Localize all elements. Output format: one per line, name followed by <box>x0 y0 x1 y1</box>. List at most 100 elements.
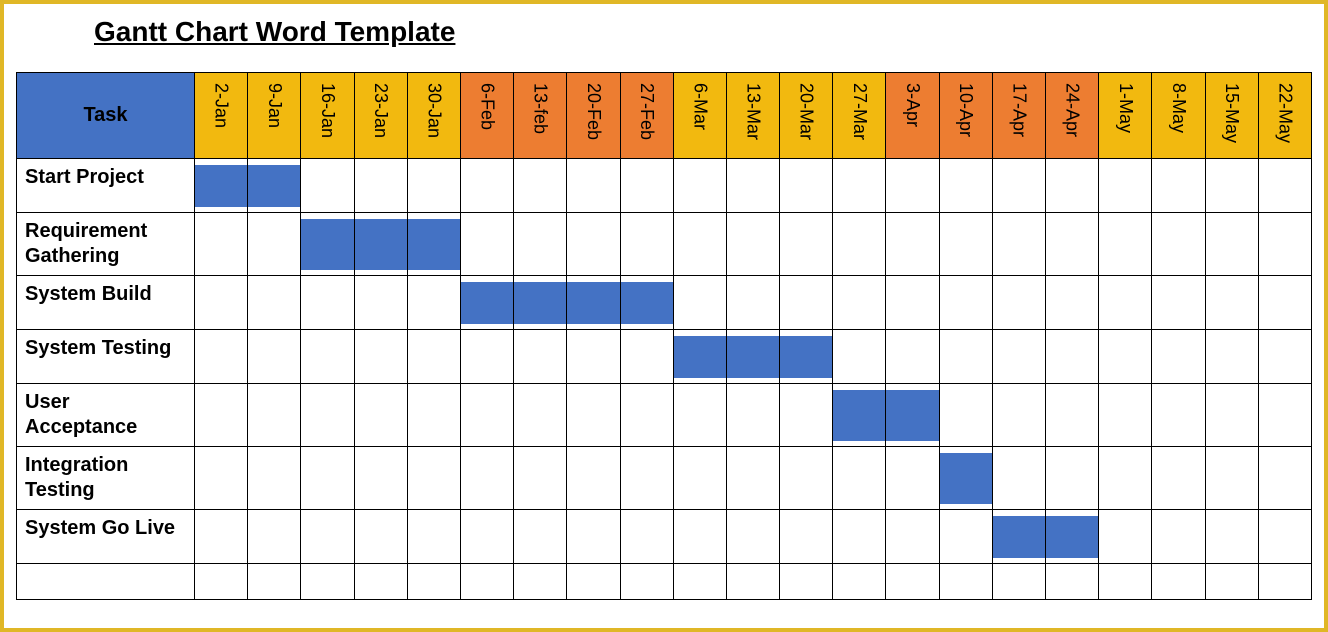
gantt-cell <box>992 447 1045 510</box>
gantt-cell <box>886 276 939 330</box>
gantt-cell <box>620 510 673 564</box>
table-row: Start Project <box>17 159 1312 213</box>
gantt-cell <box>726 159 779 213</box>
gantt-cell <box>514 276 567 330</box>
gantt-cell <box>620 159 673 213</box>
gantt-cell <box>1258 447 1311 510</box>
gantt-cell <box>301 564 354 600</box>
date-label: 10-Apr <box>955 83 976 137</box>
gantt-table: Task 2-Jan9-Jan16-Jan23-Jan30-Jan6-Feb13… <box>16 72 1312 600</box>
gantt-cell <box>1205 384 1258 447</box>
gantt-cell <box>248 213 301 276</box>
date-header: 2-Jan <box>195 73 248 159</box>
gantt-cell <box>780 213 833 276</box>
date-header: 17-Apr <box>992 73 1045 159</box>
date-header: 23-Jan <box>354 73 407 159</box>
gantt-cell <box>514 330 567 384</box>
gantt-cell <box>886 384 939 447</box>
gantt-cell <box>886 159 939 213</box>
gantt-cell <box>939 510 992 564</box>
gantt-cell <box>673 564 726 600</box>
gantt-cell <box>1205 330 1258 384</box>
task-name-cell: Integration Testing <box>17 447 195 510</box>
gantt-cell <box>726 510 779 564</box>
gantt-cell <box>248 276 301 330</box>
date-header: 15-May <box>1205 73 1258 159</box>
gantt-cell <box>301 447 354 510</box>
gantt-cell <box>1099 447 1152 510</box>
gantt-cell <box>1046 510 1099 564</box>
gantt-cell <box>726 330 779 384</box>
gantt-cell <box>620 384 673 447</box>
gantt-cell <box>407 447 460 510</box>
date-header: 3-Apr <box>886 73 939 159</box>
gantt-cell <box>1099 564 1152 600</box>
gantt-cell <box>301 510 354 564</box>
gantt-cell <box>407 510 460 564</box>
date-label: 13-feb <box>530 83 551 134</box>
date-label: 15-May <box>1221 83 1242 143</box>
gantt-cell <box>195 384 248 447</box>
gantt-cell <box>407 159 460 213</box>
date-label: 27-Mar <box>849 83 870 140</box>
date-header: 24-Apr <box>1046 73 1099 159</box>
gantt-cell <box>620 564 673 600</box>
date-header: 8-May <box>1152 73 1205 159</box>
gantt-cell <box>780 510 833 564</box>
task-name-cell: Start Project <box>17 159 195 213</box>
gantt-cell <box>673 447 726 510</box>
gantt-cell <box>726 447 779 510</box>
gantt-cell <box>1152 276 1205 330</box>
gantt-cell <box>1152 213 1205 276</box>
date-header: 13-feb <box>514 73 567 159</box>
gantt-cell <box>354 564 407 600</box>
gantt-cell <box>992 564 1045 600</box>
gantt-cell <box>567 276 620 330</box>
gantt-cell <box>886 447 939 510</box>
gantt-cell <box>301 276 354 330</box>
gantt-cell <box>248 159 301 213</box>
gantt-cell <box>514 447 567 510</box>
gantt-cell <box>939 213 992 276</box>
gantt-cell <box>992 510 1045 564</box>
gantt-cell <box>460 510 513 564</box>
gantt-cell <box>1099 213 1152 276</box>
table-row: System Testing <box>17 330 1312 384</box>
gantt-cell <box>833 159 886 213</box>
task-name-cell: System Testing <box>17 330 195 384</box>
gantt-cell <box>407 330 460 384</box>
gantt-cell <box>620 276 673 330</box>
gantt-cell <box>673 276 726 330</box>
date-header: 30-Jan <box>407 73 460 159</box>
gantt-cell <box>939 384 992 447</box>
gantt-cell <box>248 384 301 447</box>
gantt-cell <box>301 159 354 213</box>
date-header: 22-May <box>1258 73 1311 159</box>
gantt-cell <box>195 330 248 384</box>
gantt-cell <box>833 276 886 330</box>
gantt-cell <box>886 510 939 564</box>
gantt-cell <box>407 276 460 330</box>
gantt-cell <box>620 330 673 384</box>
table-row: Integration Testing <box>17 447 1312 510</box>
gantt-cell <box>1046 159 1099 213</box>
gantt-cell <box>248 330 301 384</box>
gantt-cell <box>567 447 620 510</box>
gantt-cell <box>1046 384 1099 447</box>
gantt-cell <box>195 564 248 600</box>
date-label: 16-Jan <box>317 83 338 138</box>
gantt-cell <box>248 564 301 600</box>
gantt-cell <box>1046 330 1099 384</box>
gantt-cell <box>726 384 779 447</box>
gantt-cell <box>1258 564 1311 600</box>
date-label: 20-Mar <box>796 83 817 140</box>
gantt-cell <box>514 159 567 213</box>
date-label: 30-Jan <box>423 83 444 138</box>
gantt-cell <box>780 330 833 384</box>
date-header: 27-Mar <box>833 73 886 159</box>
gantt-cell <box>1099 330 1152 384</box>
gantt-cell <box>195 213 248 276</box>
gantt-cell <box>1258 384 1311 447</box>
gantt-cell <box>195 159 248 213</box>
gantt-cell <box>1258 510 1311 564</box>
